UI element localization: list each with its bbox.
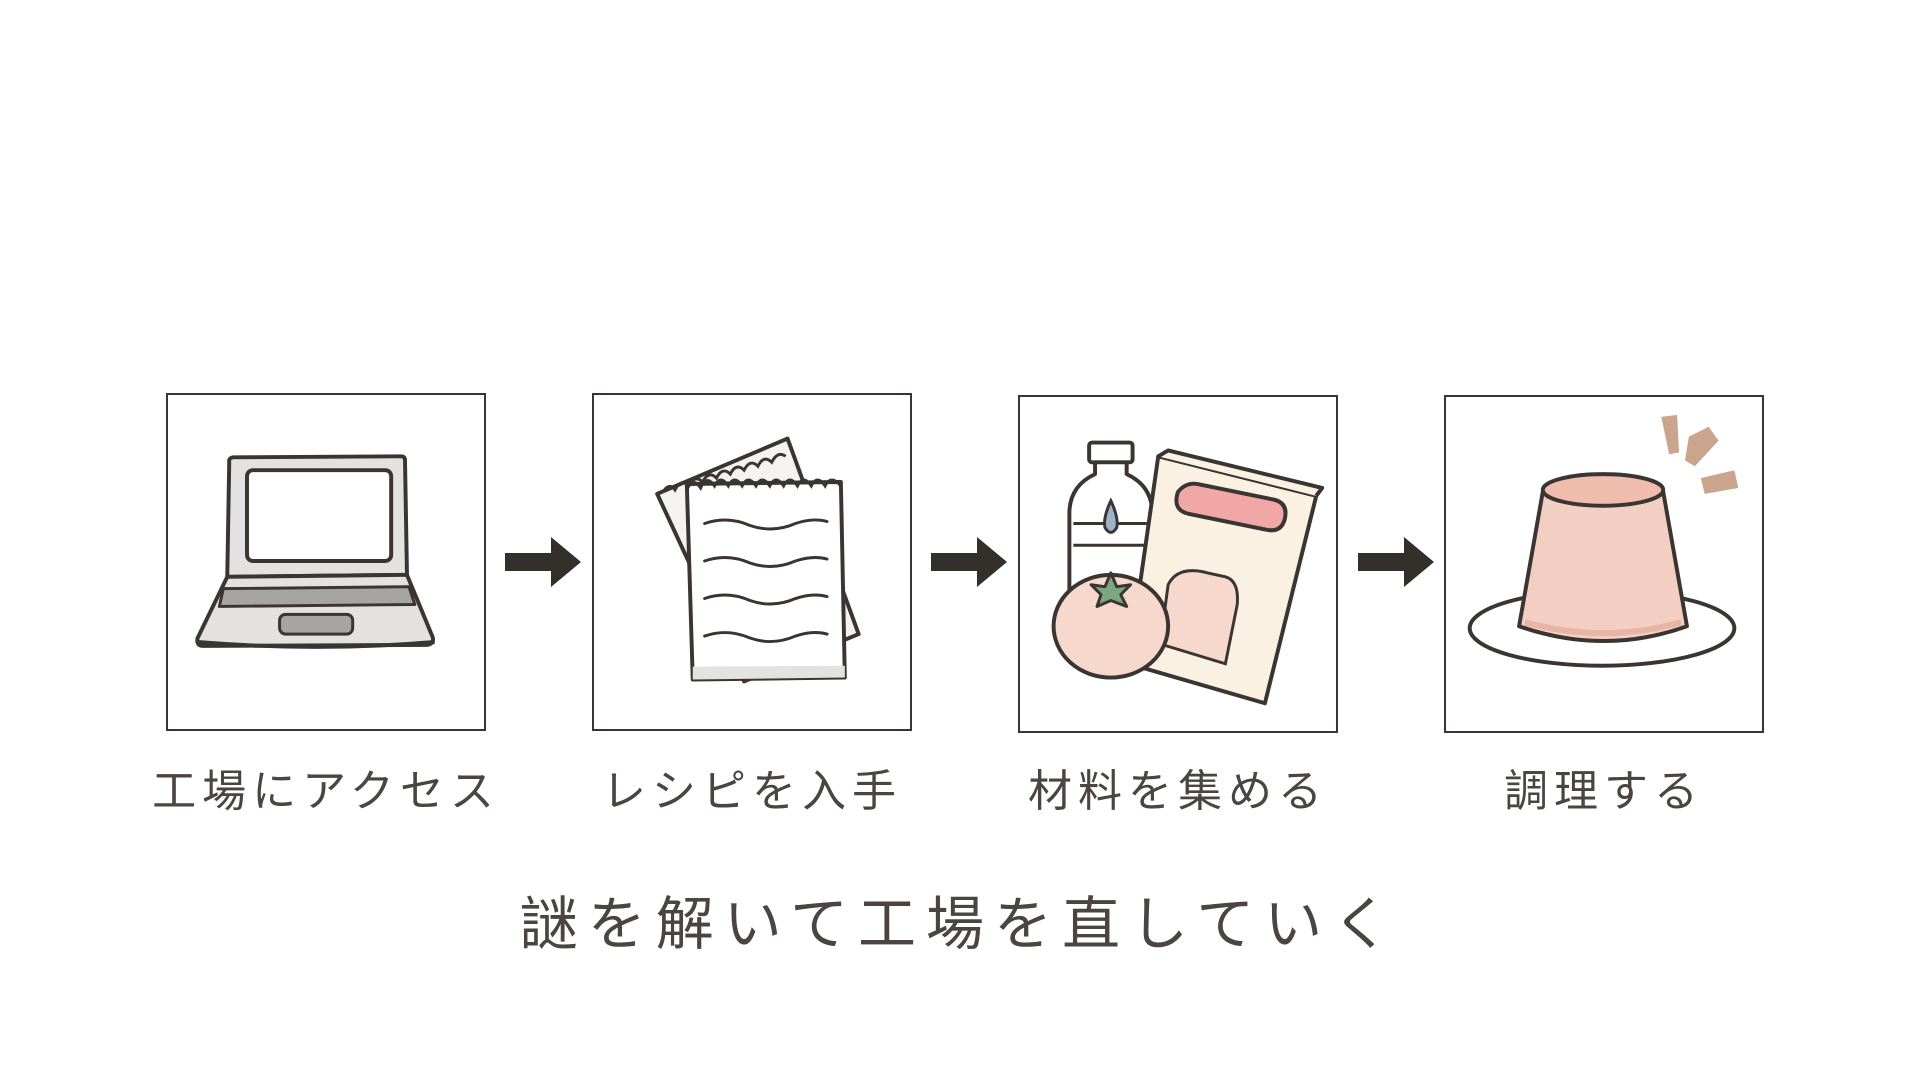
step-box-cook [1444,395,1764,733]
laptop-icon [195,454,435,649]
step-label-access-factory: 工場にアクセス [152,766,500,817]
arrow-right-icon [505,537,581,587]
step-box-get-recipe [592,393,912,731]
ingredients-icon [1051,440,1325,706]
step-label-get-recipe: レシピを入手 [602,766,902,817]
pudding-icon [1467,414,1739,668]
recipe-notepad-icon [655,436,861,684]
caption: 謎を解いて工場を直していく [519,890,1401,958]
arrow-right-icon [1358,537,1434,587]
step-label-cook: 調理する [1504,766,1704,817]
step-label-collect-ingredients: 材料を集める [1028,766,1328,817]
step-box-collect-ingredients [1018,395,1338,733]
arrow-right-icon [931,537,1007,587]
step-box-access-factory [166,393,486,731]
